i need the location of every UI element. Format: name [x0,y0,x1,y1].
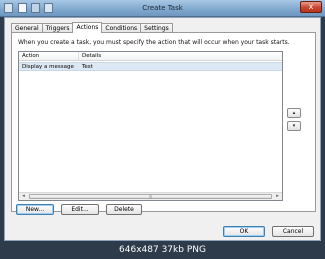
window-title: Create Task [142,4,183,12]
actions-list[interactable]: Action Details Display a message Test ◂ … [18,51,283,201]
image-caption: 646x487 37kb PNG [119,245,206,255]
scroll-left-icon[interactable]: ◂ [19,193,28,200]
actions-panel: When you create a task, you must specify… [11,32,316,212]
horizontal-scrollbar[interactable]: ◂ ||| ▸ [19,192,282,200]
column-header-action[interactable]: Action [19,52,79,61]
list-header: Action Details [19,52,282,61]
close-button[interactable]: x [300,1,322,13]
column-header-details[interactable]: Details [79,52,283,61]
move-down-button[interactable]: ▾ [287,121,301,131]
delete-button[interactable]: Delete [106,204,142,215]
title-bar: Create Task x [0,0,325,17]
move-up-button[interactable]: ▴ [287,108,301,118]
dialog-client: General Triggers Actions Conditions Sett… [4,17,321,241]
new-button[interactable]: New... [16,204,54,215]
cancel-button[interactable]: Cancel [272,226,314,237]
scroll-thumb[interactable]: ||| [29,194,272,199]
row-details-cell: Test [82,64,93,70]
row-action-cell: Display a message [22,64,74,70]
ok-button[interactable]: OK [223,226,265,237]
grip-icon: ||| [148,194,153,199]
edit-button[interactable]: Edit... [61,204,99,215]
table-row[interactable]: Display a message Test [19,62,282,71]
scroll-right-icon[interactable]: ▸ [273,193,282,200]
actions-intro-text: When you create a task, you must specify… [18,39,290,46]
tab-actions[interactable]: Actions [72,22,103,33]
